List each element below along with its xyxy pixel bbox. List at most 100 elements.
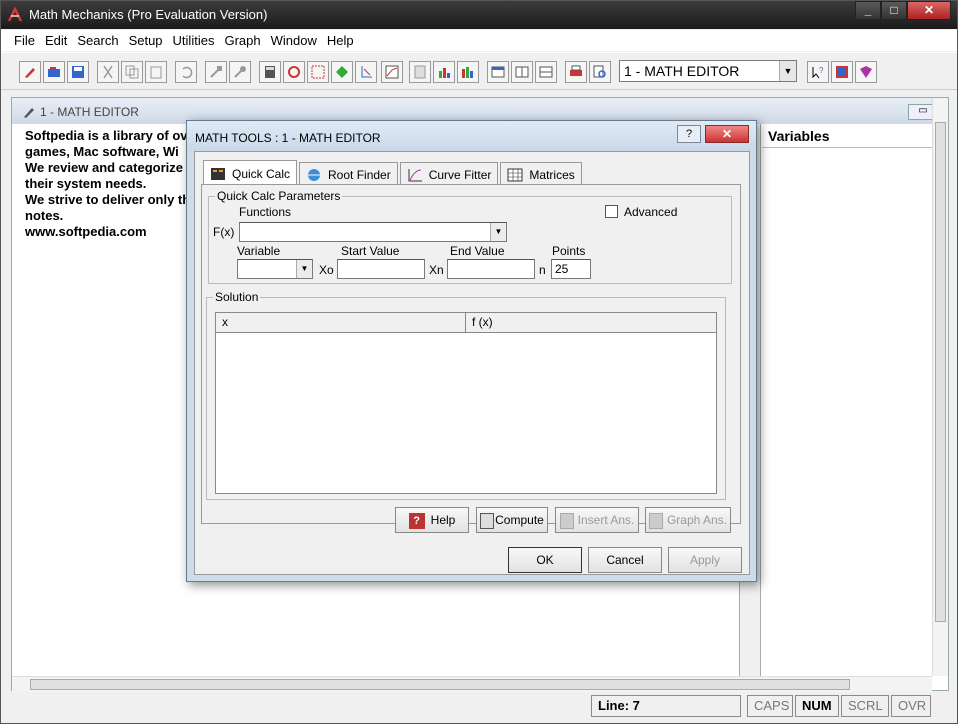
chevron-down-icon[interactable]: ▼ xyxy=(296,260,312,278)
vertical-scrollbar[interactable] xyxy=(932,98,948,676)
window-b-button[interactable] xyxy=(511,61,533,83)
bar-chart-alt-icon xyxy=(462,67,473,78)
function-input[interactable]: ▼ xyxy=(239,222,507,242)
menu-search[interactable]: Search xyxy=(72,30,123,51)
end-value-input[interactable] xyxy=(447,259,535,279)
undo-button[interactable] xyxy=(175,61,197,83)
menu-window[interactable]: Window xyxy=(266,30,322,51)
wrench-icon xyxy=(234,66,246,78)
tab-matrices[interactable]: Matrices xyxy=(500,162,582,184)
compute-button-label: Compute xyxy=(495,513,544,527)
status-scrl: SCRL xyxy=(841,695,889,717)
end-value-label: End Value xyxy=(450,244,505,258)
menu-graph[interactable]: Graph xyxy=(219,30,265,51)
tool-b-button[interactable] xyxy=(229,61,251,83)
units-button[interactable] xyxy=(355,61,377,83)
hammer-icon xyxy=(210,66,222,78)
menu-search-label: Search xyxy=(77,33,119,48)
graph-answer-button[interactable]: Graph Ans. xyxy=(645,507,731,533)
status-caps: CAPS xyxy=(747,695,793,717)
tab-curve-fitter[interactable]: Curve Fitter xyxy=(399,162,499,184)
functions-button[interactable] xyxy=(283,61,305,83)
compute-button[interactable]: Compute xyxy=(476,507,548,533)
calculator-icon xyxy=(265,66,275,78)
dialog-close-button[interactable]: ✕ xyxy=(705,125,749,143)
cut-button[interactable] xyxy=(97,61,119,83)
book-icon xyxy=(860,66,872,78)
toolbar: ? xyxy=(1,52,957,90)
matrix-icon xyxy=(507,168,523,182)
grid-icon xyxy=(559,512,574,529)
open-button[interactable] xyxy=(43,61,65,83)
print-button[interactable] xyxy=(565,61,587,83)
chevron-down-icon[interactable]: ▼ xyxy=(490,223,506,241)
apply-button[interactable]: Apply xyxy=(668,547,742,573)
tab-quick-calc-label: Quick Calc xyxy=(232,167,291,181)
column-header-fx[interactable]: f (x) xyxy=(466,313,716,333)
horizontal-scrollbar[interactable] xyxy=(12,676,932,692)
minimize-button[interactable]: _ xyxy=(855,1,881,20)
menu-help[interactable]: Help xyxy=(322,30,359,51)
window-c-button[interactable] xyxy=(535,61,557,83)
column-header-x[interactable]: x xyxy=(216,313,466,333)
status-line: Line: 7 xyxy=(591,695,741,717)
context-help-button[interactable]: ? xyxy=(807,61,829,83)
start-value-label: Start Value xyxy=(341,244,400,258)
statistics-button[interactable] xyxy=(307,61,329,83)
copy-button[interactable] xyxy=(121,61,143,83)
magnifier-icon xyxy=(593,65,606,78)
document-icon xyxy=(414,65,426,79)
menu-file[interactable]: File xyxy=(9,30,40,51)
help-button[interactable]: ? Help xyxy=(395,507,469,533)
menu-utilities[interactable]: Utilities xyxy=(168,30,220,51)
new-editor-button[interactable] xyxy=(19,61,41,83)
constants-button[interactable] xyxy=(331,61,353,83)
dialog-help-button[interactable]: ? xyxy=(677,125,701,143)
print-preview-button[interactable] xyxy=(589,61,611,83)
horizontal-scroll-thumb[interactable] xyxy=(30,679,850,690)
manual-button[interactable] xyxy=(855,61,877,83)
tile-horizontal-icon xyxy=(539,66,553,78)
ok-button[interactable]: OK xyxy=(508,547,582,573)
menu-setup[interactable]: Setup xyxy=(124,30,168,51)
document-selector[interactable]: 1 - MATH EDITOR ▼ xyxy=(619,60,797,82)
application-window: Math Mechanixs (Pro Evaluation Version) … xyxy=(0,0,958,724)
variable-select[interactable]: ▼ xyxy=(237,259,313,279)
save-button[interactable] xyxy=(67,61,89,83)
graph-editor-button[interactable] xyxy=(381,61,403,83)
tab-root-finder[interactable]: Root Finder xyxy=(299,162,398,184)
insert-answer-button[interactable]: Insert Ans. xyxy=(555,507,639,533)
dialog-body: Quick Calc Root Finder Curve Fitter Matr… xyxy=(194,151,750,575)
tab-quick-calc[interactable]: Quick Calc xyxy=(203,160,298,184)
calculator-button[interactable] xyxy=(259,61,281,83)
diamond-icon xyxy=(336,66,348,78)
functions-label: Functions xyxy=(239,205,292,219)
chevron-down-icon[interactable]: ▼ xyxy=(779,61,796,81)
vertical-scroll-thumb[interactable] xyxy=(935,122,946,622)
window-a-button[interactable] xyxy=(487,61,509,83)
solution-table[interactable]: x f (x) xyxy=(215,312,717,494)
menu-file-label: File xyxy=(14,33,35,48)
svg-text:?: ? xyxy=(819,66,824,75)
advanced-checkbox[interactable] xyxy=(605,205,618,218)
menu-edit[interactable]: Edit xyxy=(40,30,72,51)
tab-root-finder-label: Root Finder xyxy=(328,168,391,182)
maximize-button[interactable]: □ xyxy=(881,1,907,20)
dialog-title: MATH TOOLS : 1 - MATH EDITOR xyxy=(195,131,381,145)
chart-a-button[interactable] xyxy=(409,61,431,83)
close-button[interactable]: ✕ xyxy=(907,1,951,20)
cancel-button[interactable]: Cancel xyxy=(588,547,662,573)
points-input[interactable]: 25 xyxy=(551,259,591,279)
status-ovr: OVR xyxy=(891,695,931,717)
chart-b-button[interactable] xyxy=(433,61,455,83)
paste-button[interactable] xyxy=(145,61,167,83)
start-value-input[interactable] xyxy=(337,259,425,279)
tool-a-button[interactable] xyxy=(205,61,227,83)
status-num: NUM xyxy=(795,695,839,717)
xo-label: Xo xyxy=(319,263,334,277)
menu-edit-label: Edit xyxy=(44,33,68,48)
help-contents-button[interactable] xyxy=(831,61,853,83)
params-legend: Quick Calc Parameters xyxy=(215,189,343,203)
chart-c-button[interactable] xyxy=(457,61,479,83)
tile-vertical-icon xyxy=(515,66,529,78)
